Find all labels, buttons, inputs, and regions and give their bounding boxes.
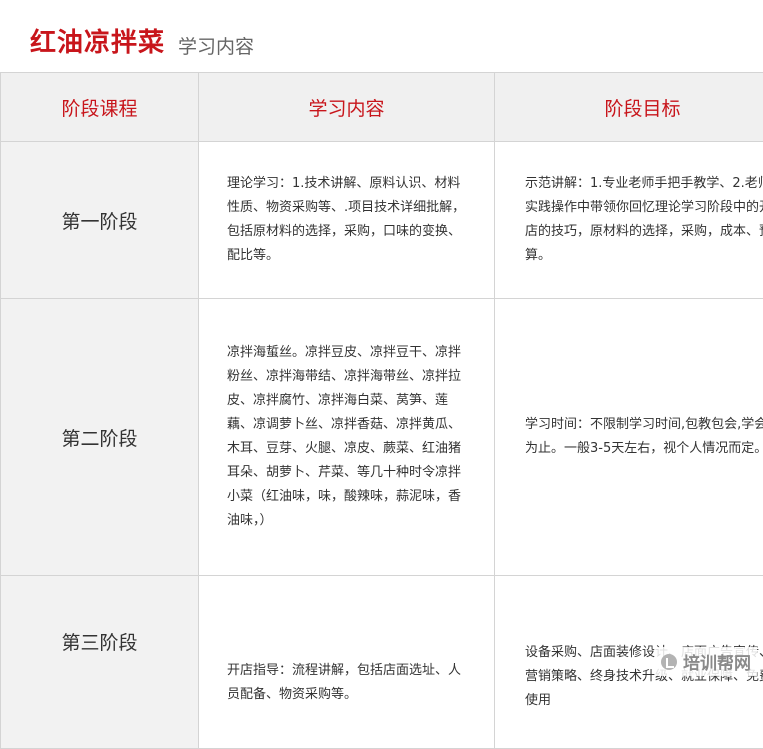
watermark-text: 培训帮网	[683, 649, 751, 674]
page-header: 红油凉拌菜 学习内容	[0, 0, 763, 72]
table-row: 第三阶段 开店指导：流程讲解，包括店面选址、人员配备、物资采购等。 设备采购、店…	[1, 576, 763, 749]
content-cell: 理论学习：1.技术讲解、原料认识、材料性质、物资采购等、.项目技术详细批解，包括…	[199, 142, 495, 299]
goal-cell: 示范讲解：1.专业老师手把手教学、2.老师实践操作中带领你回忆理论学习阶段中的开…	[495, 142, 763, 299]
content-cell: 凉拌海蜇丝。凉拌豆皮、凉拌豆干、凉拌粉丝、凉拌海带结、凉拌海带丝、凉拌拉皮、凉拌…	[199, 299, 495, 576]
page-title: 红油凉拌菜	[30, 22, 165, 59]
column-header-stage: 阶段课程	[1, 73, 199, 142]
watermark-logo-icon	[661, 654, 677, 670]
column-header-goal: 阶段目标	[495, 73, 763, 142]
goal-cell: 学习时间：不限制学习时间,包教包会,学会为止。一般3-5天左右，视个人情况而定。	[495, 299, 763, 576]
column-header-content: 学习内容	[199, 73, 495, 142]
stage-cell: 第一阶段	[1, 142, 199, 299]
table-row: 第一阶段 理论学习：1.技术讲解、原料认识、材料性质、物资采购等、.项目技术详细…	[1, 142, 763, 299]
watermark: 培训帮网	[655, 647, 757, 676]
stage-cell: 第三阶段	[1, 576, 199, 749]
stage-cell: 第二阶段	[1, 299, 199, 576]
course-table: 阶段课程 学习内容 阶段目标 第一阶段 理论学习：1.技术讲解、原料认识、材料性…	[0, 72, 763, 749]
content-cell: 开店指导：流程讲解，包括店面选址、人员配备、物资采购等。	[199, 576, 495, 749]
page-subtitle: 学习内容	[178, 32, 254, 59]
table-header-row: 阶段课程 学习内容 阶段目标	[1, 73, 763, 142]
table-row: 第二阶段 凉拌海蜇丝。凉拌豆皮、凉拌豆干、凉拌粉丝、凉拌海带结、凉拌海带丝、凉拌…	[1, 299, 763, 576]
